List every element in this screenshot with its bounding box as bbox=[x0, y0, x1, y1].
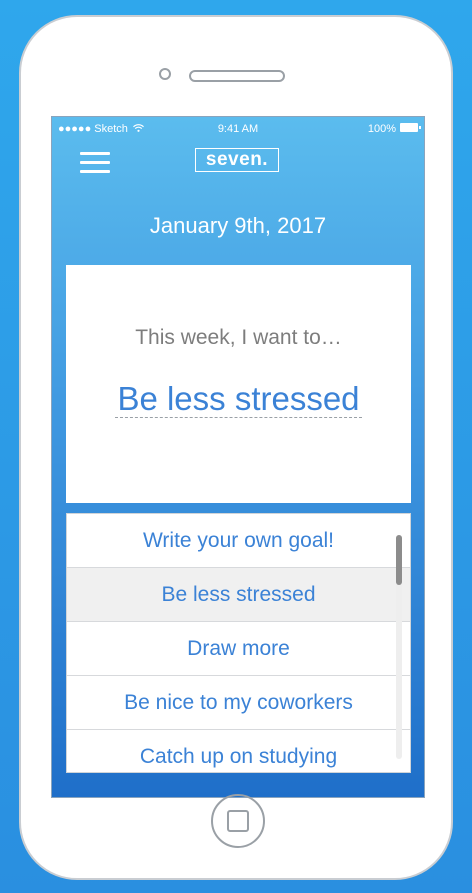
goal-prompt: This week, I want to… bbox=[135, 326, 342, 349]
goal-option-draw-more[interactable]: Draw more bbox=[67, 622, 410, 676]
home-button-icon[interactable] bbox=[211, 794, 265, 848]
goal-option-nice-coworkers[interactable]: Be nice to my coworkers bbox=[67, 676, 410, 730]
menu-icon[interactable] bbox=[80, 152, 110, 176]
home-square-icon bbox=[227, 810, 249, 832]
goal-option-catch-up-studying[interactable]: Catch up on studying bbox=[67, 730, 410, 772]
app-logo: seven. bbox=[195, 148, 279, 172]
goal-option-less-stressed[interactable]: Be less stressed bbox=[67, 568, 410, 622]
goal-options-list[interactable]: Write your own goal! Be less stressed Dr… bbox=[66, 513, 411, 773]
scroll-thumb[interactable] bbox=[396, 535, 402, 585]
battery-percent: 100% bbox=[367, 123, 396, 135]
goal-card: This week, I want to… Be less stressed bbox=[66, 265, 411, 503]
app-screen: ●●●●● Sketch 9:41 AM 100% seven. January… bbox=[51, 116, 425, 798]
goal-option-write-own[interactable]: Write your own goal! bbox=[67, 514, 410, 568]
phone-frame: ●●●●● Sketch 9:41 AM 100% seven. January… bbox=[19, 15, 453, 880]
selected-goal[interactable]: Be less stressed bbox=[66, 380, 411, 418]
selected-goal-text: Be less stressed bbox=[115, 380, 362, 418]
camera-icon bbox=[159, 68, 171, 80]
speaker-grille bbox=[189, 70, 285, 82]
list-scrollbar[interactable] bbox=[396, 535, 402, 759]
status-bar: ●●●●● Sketch 9:41 AM 100% bbox=[52, 117, 424, 139]
current-date: January 9th, 2017 bbox=[149, 213, 327, 238]
battery-icon bbox=[400, 123, 421, 132]
